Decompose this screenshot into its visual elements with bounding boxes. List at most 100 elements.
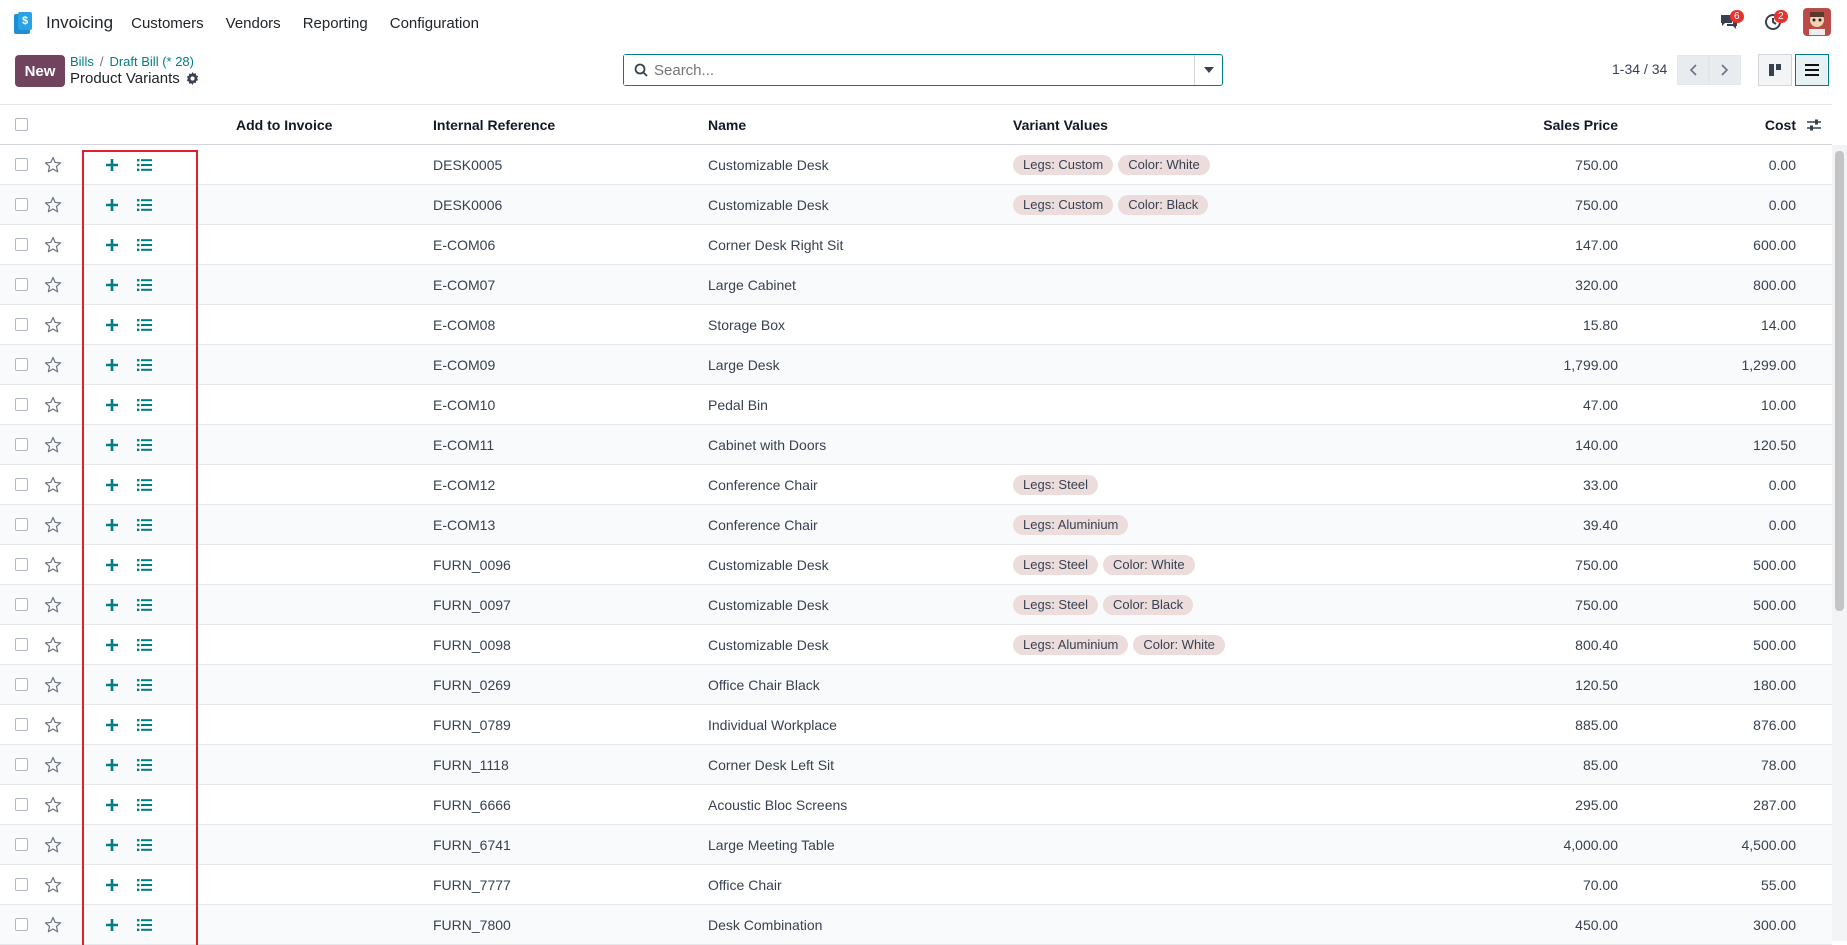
star-icon[interactable] <box>44 596 62 614</box>
view-details-list-icon[interactable] <box>137 678 152 691</box>
table-row[interactable]: FURN_0098 Customizable Desk Legs: Alumin… <box>0 625 1832 665</box>
add-to-invoice-plus-icon[interactable] <box>106 238 118 251</box>
vertical-scrollbar[interactable] <box>1832 145 1847 941</box>
row-checkbox[interactable] <box>15 558 28 571</box>
app-name[interactable]: Invoicing <box>46 13 113 33</box>
table-row[interactable]: FURN_0097 Customizable Desk Legs: Steel C… <box>0 585 1832 625</box>
col-cost[interactable]: Cost <box>1650 105 1796 144</box>
table-row[interactable]: FURN_7800 Desk Combination 450.00 300.00 <box>0 905 1832 945</box>
row-checkbox[interactable] <box>15 678 28 691</box>
star-icon[interactable] <box>44 836 62 854</box>
add-to-invoice-plus-icon[interactable] <box>106 718 118 731</box>
table-row[interactable]: DESK0005 Customizable Desk Legs: Custom C… <box>0 145 1832 185</box>
gear-icon[interactable] <box>186 72 199 85</box>
star-icon[interactable] <box>44 916 62 934</box>
col-variant-values[interactable]: Variant Values <box>1013 105 1108 144</box>
add-to-invoice-plus-icon[interactable] <box>106 478 118 491</box>
table-row[interactable]: E-COM13 Conference Chair Legs: Aluminium… <box>0 505 1832 545</box>
add-to-invoice-plus-icon[interactable] <box>106 558 118 571</box>
table-row[interactable]: E-COM12 Conference Chair Legs: Steel 33.… <box>0 465 1832 505</box>
view-details-list-icon[interactable] <box>137 798 152 811</box>
select-all-checkbox[interactable] <box>15 118 28 131</box>
row-checkbox[interactable] <box>15 598 28 611</box>
row-checkbox[interactable] <box>15 278 28 291</box>
table-row[interactable]: E-COM10 Pedal Bin 47.00 10.00 <box>0 385 1832 425</box>
row-checkbox[interactable] <box>15 518 28 531</box>
add-to-invoice-plus-icon[interactable] <box>106 518 118 531</box>
scrollbar-thumb[interactable] <box>1835 151 1844 611</box>
star-icon[interactable] <box>44 716 62 734</box>
row-checkbox[interactable] <box>15 878 28 891</box>
star-icon[interactable] <box>44 156 62 174</box>
add-to-invoice-plus-icon[interactable] <box>106 598 118 611</box>
add-to-invoice-plus-icon[interactable] <box>106 918 118 931</box>
add-to-invoice-plus-icon[interactable] <box>106 198 118 211</box>
view-details-list-icon[interactable] <box>137 918 152 931</box>
breadcrumb-draft-bill[interactable]: Draft Bill (* 28) <box>109 54 194 69</box>
add-to-invoice-plus-icon[interactable] <box>106 878 118 891</box>
add-to-invoice-plus-icon[interactable] <box>106 398 118 411</box>
table-row[interactable]: FURN_0269 Office Chair Black 120.50 180.… <box>0 665 1832 705</box>
star-icon[interactable] <box>44 476 62 494</box>
row-checkbox[interactable] <box>15 318 28 331</box>
col-add-to-invoice[interactable]: Add to Invoice <box>236 105 332 144</box>
view-details-list-icon[interactable] <box>137 278 152 291</box>
user-avatar[interactable] <box>1803 8 1831 36</box>
star-icon[interactable] <box>44 316 62 334</box>
star-icon[interactable] <box>44 396 62 414</box>
kanban-view-button[interactable] <box>1758 54 1792 86</box>
pager-value[interactable]: 1-34 / 34 <box>1612 61 1667 77</box>
add-to-invoice-plus-icon[interactable] <box>106 438 118 451</box>
search-input[interactable] <box>624 55 1194 85</box>
row-checkbox[interactable] <box>15 398 28 411</box>
view-details-list-icon[interactable] <box>137 358 152 371</box>
add-to-invoice-plus-icon[interactable] <box>106 798 118 811</box>
row-checkbox[interactable] <box>15 438 28 451</box>
star-icon[interactable] <box>44 196 62 214</box>
view-details-list-icon[interactable] <box>137 558 152 571</box>
view-details-list-icon[interactable] <box>137 718 152 731</box>
table-row[interactable]: FURN_7777 Office Chair 70.00 55.00 <box>0 865 1832 905</box>
row-checkbox[interactable] <box>15 158 28 171</box>
star-icon[interactable] <box>44 876 62 894</box>
add-to-invoice-plus-icon[interactable] <box>106 838 118 851</box>
table-row[interactable]: E-COM09 Large Desk 1,799.00 1,299.00 <box>0 345 1832 385</box>
table-row[interactable]: DESK0006 Customizable Desk Legs: Custom C… <box>0 185 1832 225</box>
row-checkbox[interactable] <box>15 838 28 851</box>
view-details-list-icon[interactable] <box>137 638 152 651</box>
view-details-list-icon[interactable] <box>137 158 152 171</box>
messages-button[interactable]: 6 <box>1715 8 1744 36</box>
row-checkbox[interactable] <box>15 918 28 931</box>
view-details-list-icon[interactable] <box>137 238 152 251</box>
row-checkbox[interactable] <box>15 798 28 811</box>
menu-vendors[interactable]: Vendors <box>226 15 281 32</box>
star-icon[interactable] <box>44 756 62 774</box>
pager-previous-button[interactable] <box>1677 55 1709 85</box>
optional-columns-icon[interactable] <box>1806 118 1822 132</box>
star-icon[interactable] <box>44 796 62 814</box>
menu-configuration[interactable]: Configuration <box>390 15 479 32</box>
table-row[interactable]: FURN_1118 Corner Desk Left Sit 85.00 78.… <box>0 745 1832 785</box>
row-checkbox[interactable] <box>15 238 28 251</box>
table-row[interactable]: FURN_0096 Customizable Desk Legs: Steel C… <box>0 545 1832 585</box>
star-icon[interactable] <box>44 236 62 254</box>
activities-button[interactable]: 2 <box>1759 8 1788 36</box>
row-checkbox[interactable] <box>15 718 28 731</box>
add-to-invoice-plus-icon[interactable] <box>106 638 118 651</box>
menu-reporting[interactable]: Reporting <box>303 15 368 32</box>
col-name[interactable]: Name <box>708 105 746 144</box>
add-to-invoice-plus-icon[interactable] <box>106 758 118 771</box>
table-row[interactable]: E-COM07 Large Cabinet 320.00 800.00 <box>0 265 1832 305</box>
view-details-list-icon[interactable] <box>137 598 152 611</box>
pager-next-button[interactable] <box>1709 55 1741 85</box>
star-icon[interactable] <box>44 556 62 574</box>
star-icon[interactable] <box>44 516 62 534</box>
star-icon[interactable] <box>44 276 62 294</box>
menu-customers[interactable]: Customers <box>131 15 204 32</box>
add-to-invoice-plus-icon[interactable] <box>106 318 118 331</box>
table-row[interactable]: FURN_6666 Acoustic Bloc Screens 295.00 2… <box>0 785 1832 825</box>
list-view-button[interactable] <box>1795 54 1829 86</box>
search-options-toggle[interactable] <box>1194 55 1222 85</box>
table-row[interactable]: E-COM11 Cabinet with Doors 140.00 120.50 <box>0 425 1832 465</box>
add-to-invoice-plus-icon[interactable] <box>106 678 118 691</box>
